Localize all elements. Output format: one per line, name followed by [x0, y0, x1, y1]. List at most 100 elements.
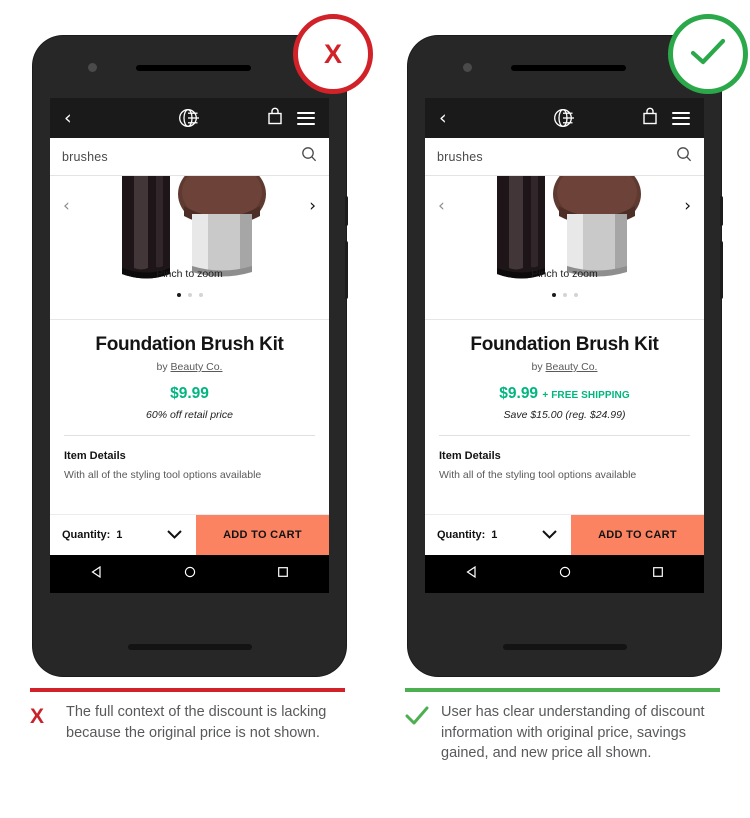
- add-to-cart-button[interactable]: ADD TO CART: [196, 515, 329, 555]
- pinch-to-zoom-hint: Pinch to zoom: [156, 268, 223, 280]
- product-title: Foundation Brush Kit: [470, 334, 659, 355]
- section-divider: [64, 435, 315, 436]
- globe-logo-icon: [550, 107, 580, 134]
- status-badge-fail: X: [293, 14, 373, 94]
- quantity-value: 1: [116, 529, 123, 541]
- quantity-label: Quantity:: [62, 529, 111, 541]
- quantity-label: Quantity:: [437, 529, 486, 541]
- search-bar[interactable]: brushes: [50, 138, 329, 176]
- gallery-dot[interactable]: [198, 293, 203, 297]
- phone-speaker: [511, 65, 626, 71]
- section-divider: [439, 435, 690, 436]
- brand-link[interactable]: Beauty Co.: [171, 361, 223, 373]
- caption-rule: [30, 688, 345, 692]
- phone-screen: ‹ brushes ‹ › Pinch to zoom Foundation B…: [425, 98, 704, 593]
- gallery-next-button[interactable]: ›: [309, 198, 316, 215]
- brand-link[interactable]: Beauty Co.: [546, 361, 598, 373]
- product-price-row: $9.99 + FREE SHIPPING: [439, 385, 690, 403]
- caption-fail: X The full context of the discount is la…: [30, 702, 350, 743]
- phone-camera-icon: [463, 63, 472, 72]
- action-bar: Quantity: 1 ADD TO CART: [425, 514, 704, 555]
- gallery-prev-button[interactable]: ‹: [438, 198, 445, 215]
- phone-side-button: [720, 196, 723, 226]
- product-gallery[interactable]: ‹ › Pinch to zoom: [425, 176, 704, 319]
- shopping-bag-icon[interactable]: [267, 107, 283, 130]
- x-mark-icon: X: [323, 38, 342, 69]
- comparison-panel-success: ‹ brushes ‹ › Pinch to zoom Foundation B…: [375, 0, 750, 818]
- search-icon[interactable]: [676, 146, 692, 167]
- caption-text: User has clear understanding of discount…: [441, 704, 705, 762]
- phone-chin-bar: [128, 644, 252, 650]
- gallery-dot[interactable]: [573, 293, 578, 297]
- gallery-dot[interactable]: [187, 293, 192, 297]
- product-info: Foundation Brush Kit by Beauty Co. $9.99…: [425, 319, 704, 481]
- chevron-down-icon[interactable]: [542, 526, 557, 544]
- product-price: $9.99: [499, 385, 539, 402]
- item-details-section: Item Details With all of the styling too…: [439, 450, 690, 481]
- chevron-down-icon[interactable]: [167, 526, 182, 544]
- android-back-icon[interactable]: [90, 565, 103, 583]
- quantity-value: 1: [491, 529, 498, 541]
- product-brand: by Beauty Co.: [439, 361, 690, 373]
- shipping-note: + FREE SHIPPING: [542, 390, 630, 401]
- product-price: $9.99: [170, 385, 209, 402]
- product-savings-text: Save $15.00 (reg. $24.99): [503, 409, 626, 421]
- action-bar: Quantity: 1 ADD TO CART: [50, 514, 329, 555]
- gallery-prev-button[interactable]: ‹: [63, 198, 70, 215]
- phone-volume-button: [345, 241, 348, 299]
- caption-mark: X: [30, 702, 52, 743]
- search-input[interactable]: brushes: [437, 150, 676, 164]
- phone-mockup: ‹ brushes ‹ › Pinch to zoom Foundation B…: [408, 36, 723, 676]
- phone-volume-button: [720, 241, 723, 299]
- search-bar[interactable]: brushes: [425, 138, 704, 176]
- pinch-to-zoom-hint: Pinch to zoom: [531, 268, 598, 280]
- search-input[interactable]: brushes: [62, 150, 301, 164]
- android-home-icon[interactable]: [559, 565, 571, 583]
- status-badge-success: [668, 14, 748, 94]
- android-recents-icon[interactable]: [277, 565, 289, 583]
- product-info: Foundation Brush Kit by Beauty Co. $9.99…: [50, 319, 329, 481]
- caption-text: The full context of the discount is lack…: [66, 704, 327, 741]
- item-details-heading: Item Details: [439, 450, 501, 462]
- phone-mockup: ‹ brushes ‹ › Pinch to zoom Foundation B…: [33, 36, 348, 676]
- hamburger-menu-icon[interactable]: [297, 111, 315, 125]
- item-details-heading: Item Details: [64, 450, 126, 462]
- android-home-icon[interactable]: [184, 565, 196, 583]
- gallery-dot[interactable]: [562, 293, 567, 297]
- globe-logo-icon: [175, 107, 205, 134]
- caption-rule: [405, 688, 720, 692]
- product-discount-subtext: 60% off retail price: [146, 409, 233, 421]
- android-back-icon[interactable]: [465, 565, 478, 583]
- caption-success: User has clear understanding of discount…: [405, 702, 725, 764]
- item-details-section: Item Details With all of the styling too…: [64, 450, 315, 481]
- add-to-cart-button[interactable]: ADD TO CART: [571, 515, 704, 555]
- android-recents-icon[interactable]: [652, 565, 664, 583]
- gallery-dots[interactable]: [50, 293, 329, 297]
- x-mark-icon: X: [30, 705, 45, 728]
- product-title: Foundation Brush Kit: [95, 334, 284, 355]
- brand-prefix: by: [531, 361, 546, 373]
- quantity-stepper[interactable]: Quantity: 1: [50, 515, 196, 555]
- shopping-bag-icon[interactable]: [642, 107, 658, 130]
- check-mark-icon: [405, 706, 429, 730]
- product-brand: by Beauty Co.: [64, 361, 315, 373]
- android-navigation-bar: [425, 555, 704, 593]
- phone-camera-icon: [88, 63, 97, 72]
- comparison-panel-fail: ‹ brushes ‹ › Pinch to zoom Foundation B…: [0, 0, 375, 818]
- back-button[interactable]: ‹: [64, 108, 72, 128]
- phone-chin-bar: [503, 644, 627, 650]
- hamburger-menu-icon[interactable]: [672, 111, 690, 125]
- phone-screen: ‹ brushes ‹ › Pinch to zoom Foundation B…: [50, 98, 329, 593]
- back-button[interactable]: ‹: [439, 108, 447, 128]
- item-details-body: With all of the styling tool options ava…: [439, 469, 637, 481]
- search-icon[interactable]: [301, 146, 317, 167]
- product-gallery[interactable]: ‹ › Pinch to zoom: [50, 176, 329, 319]
- quantity-stepper[interactable]: Quantity: 1: [425, 515, 571, 555]
- gallery-dot[interactable]: [176, 293, 181, 297]
- gallery-next-button[interactable]: ›: [684, 198, 691, 215]
- item-details-body: With all of the styling tool options ava…: [64, 469, 262, 481]
- gallery-dots[interactable]: [425, 293, 704, 297]
- phone-speaker: [136, 65, 251, 71]
- gallery-dot[interactable]: [551, 293, 556, 297]
- app-navbar: ‹: [50, 98, 329, 138]
